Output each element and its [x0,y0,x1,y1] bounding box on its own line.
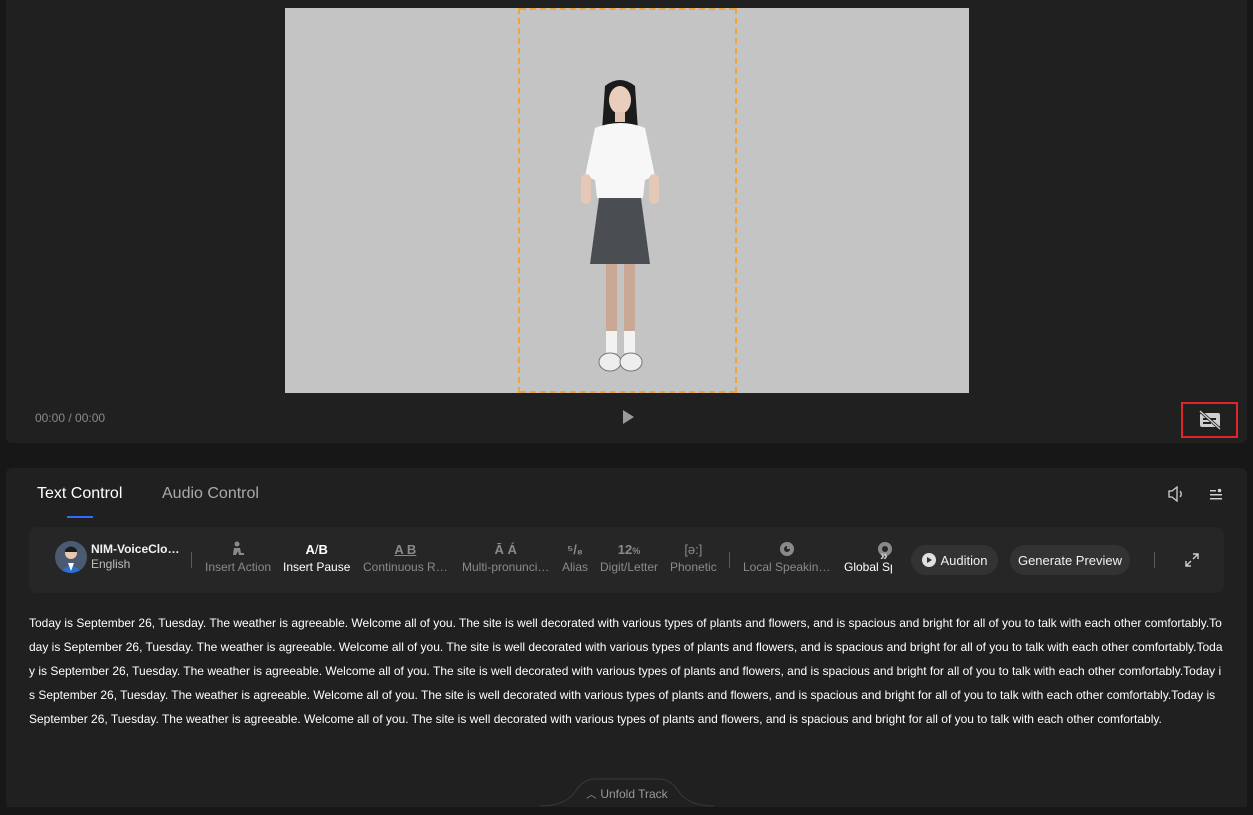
audition-label: Audition [940,552,988,568]
local-speaking-tool[interactable]: Local Speakin… [743,541,830,581]
volume-icon[interactable] [1167,486,1185,502]
continuous-reading-icon: A B [394,542,417,557]
continuous-reading-label: Continuous R… [363,560,448,574]
local-speaking-icon [779,541,795,559]
expand-icon[interactable] [1184,552,1200,568]
insert-pause-icon: A/B [305,542,328,557]
settings-list-icon[interactable] [1207,486,1225,502]
script-text-area[interactable]: Today is September 26, Tuesday. The weat… [29,611,1224,731]
subtitle-off-icon [1198,410,1221,430]
digit-letter-icon: 12% [617,542,641,557]
unfold-track-label: Unfold Track [600,787,668,801]
video-preview-panel: 00:00 / 00:00 [6,0,1247,443]
toolbar-divider [1154,552,1155,568]
voice-avatar [55,541,87,573]
insert-pause-label: Insert Pause [283,560,351,574]
play-circle-icon [921,553,936,567]
phonetic-tool[interactable]: [ə:] Phonetic [670,541,717,581]
toolbar-divider [729,552,730,568]
phonetic-icon: [ə:] [684,542,703,557]
continuous-reading-tool[interactable]: A B Continuous R… [363,541,448,581]
insert-pause-tool[interactable]: A/B Insert Pause [283,541,350,581]
phonetic-label: Phonetic [670,560,717,574]
local-speaking-label: Local Speakin… [743,560,831,574]
audition-button[interactable]: Audition [911,545,998,575]
digital-human-avatar [581,80,659,372]
active-tab-indicator [67,516,93,518]
alias-tool[interactable]: ⁵/₈ Alias [562,541,588,581]
alias-label: Alias [562,560,589,574]
tab-text-control[interactable]: Text Control [37,485,122,503]
tab-audio-control[interactable]: Audio Control [162,485,259,503]
insert-action-icon [231,541,245,559]
digit-letter-tool[interactable]: 12% Digit/Letter [600,541,658,581]
digit-letter-label: Digit/Letter [600,560,659,574]
alias-icon: ⁵/₈ [567,542,583,557]
preview-canvas[interactable] [285,8,969,393]
chevron-double-right-icon[interactable]: » [880,547,888,563]
insert-action-tool[interactable]: Insert Action [205,541,271,581]
script-editor-panel: Text Control Audio Control NIM-VoiceClo… [6,468,1247,807]
chevron-up-icon: ︿ [586,790,597,801]
voice-language: English [91,557,131,571]
voice-selector[interactable]: NIM-VoiceClo… English [55,541,181,573]
toolbar-divider [191,552,192,568]
generate-preview-button[interactable]: Generate Preview [1010,545,1130,575]
multi-pronunciation-label: Multi-pronunci… [462,560,550,574]
unfold-track-button[interactable]: ︿ Unfold Track [540,778,714,807]
multi-pronunciation-tool[interactable]: Ā Á Multi-pronunci… [462,541,549,581]
play-icon[interactable] [619,408,637,426]
text-toolbar: NIM-VoiceClo… English Insert Action A/B … [29,527,1224,593]
voice-name: NIM-VoiceClo… [91,542,180,556]
insert-action-label: Insert Action [205,560,272,574]
subtitle-toggle-button[interactable] [1181,402,1238,438]
playback-time: 00:00 / 00:00 [35,411,106,425]
multi-pronunciation-icon: Ā Á [494,542,517,557]
